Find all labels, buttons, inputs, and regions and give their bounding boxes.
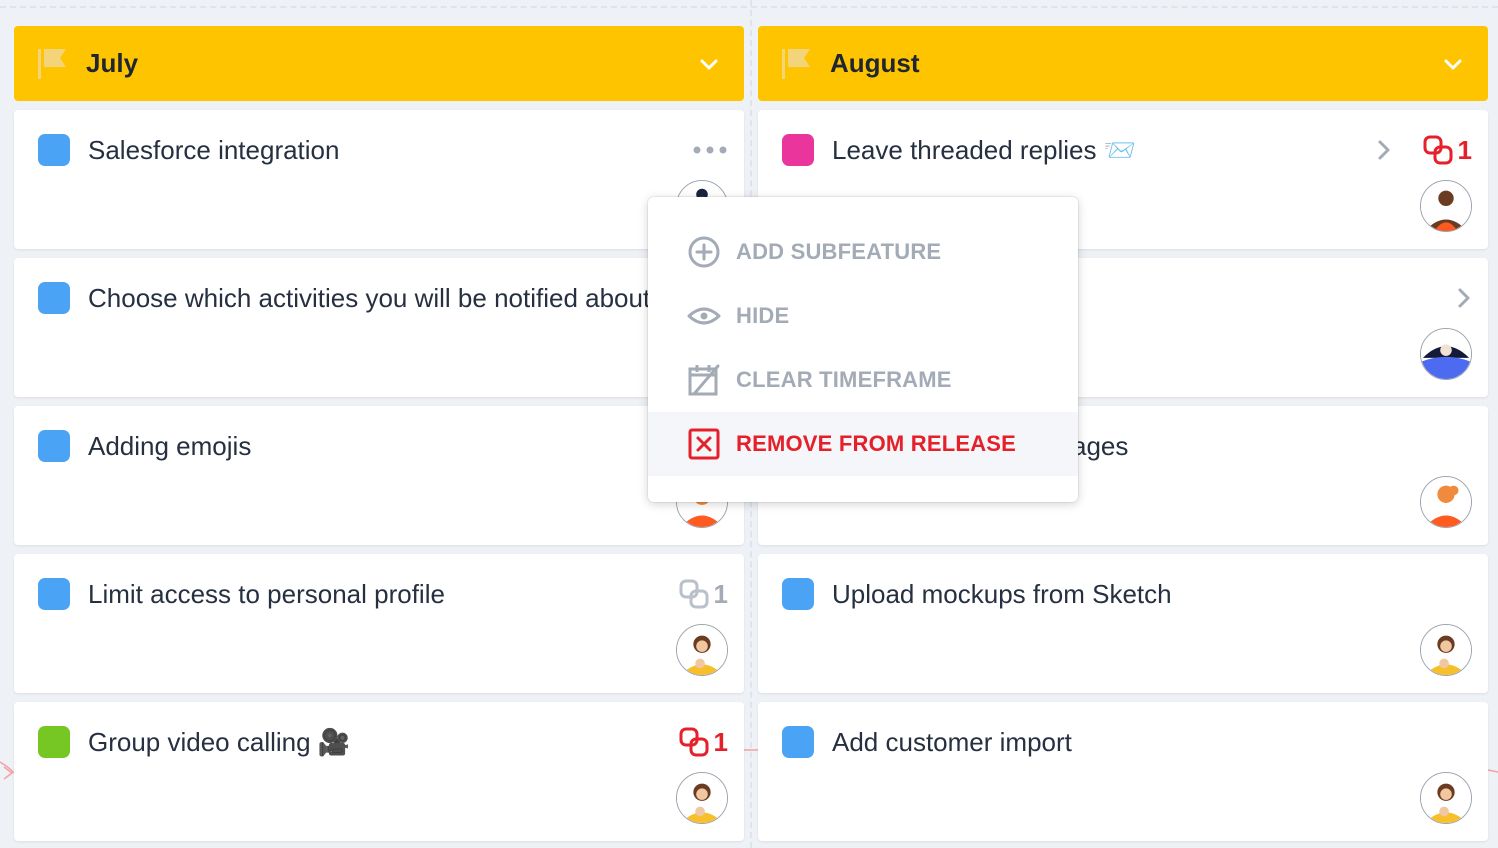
avatar[interactable] [1420,180,1472,232]
card-actions: 1 [678,576,728,612]
flag-icon [38,48,66,79]
menu-item-label: ADD SUBFEATURE [736,239,942,264]
card-title: Limit access to personal profile [88,579,445,609]
dependency-count: 1 [713,726,728,757]
avatar[interactable] [1420,328,1472,380]
dependency-indicator[interactable]: 1 [678,578,728,610]
chevron-right-icon[interactable] [1456,286,1472,310]
avatar[interactable] [1420,624,1472,676]
menu-item-label: HIDE [736,303,790,328]
chevron-right-icon[interactable] [1376,138,1392,162]
card-title: Upload mockups from Sketch [832,579,1172,609]
dependency-link-icon [679,727,709,757]
feature-card[interactable]: Add customer import [758,702,1488,841]
feature-card[interactable]: Adding emojis [14,406,744,545]
status-square [782,726,814,758]
status-square [38,134,70,166]
feature-card[interactable]: Group video calling 🎥 1 [14,702,744,841]
card-title: Group video calling 🎥 [88,727,351,757]
chevron-down-icon[interactable] [698,53,720,75]
avatar[interactable] [676,624,728,676]
feature-card[interactable]: Limit access to personal profile 1 [14,554,744,693]
card-title: Adding emojis [88,431,252,461]
menu-item-clear-timeframe[interactable]: CLEAR TIMEFRAME [648,348,1078,412]
remove-x-icon [688,428,720,460]
menu-item-add-subfeature[interactable]: ADD SUBFEATURE [648,220,1078,284]
status-square [782,578,814,610]
card-actions: 1 [678,724,728,760]
menu-item-remove-from-release[interactable]: REMOVE FROM RELEASE [648,412,1078,476]
status-square [38,578,70,610]
dependency-indicator[interactable]: 1 [678,726,728,758]
release-header-july[interactable]: July [14,26,744,101]
release-column-july: July Salesforce integration Choose which… [14,26,744,841]
card-title: Add customer import [832,727,1072,757]
card-title: Salesforce integration [88,135,340,165]
plus-circle-icon [688,236,720,268]
release-title: August [830,48,920,78]
avatar[interactable] [1420,476,1472,528]
card-title: Choose which activities you will be noti… [88,283,651,313]
avatar[interactable] [676,772,728,824]
feature-card[interactable]: Choose which activities you will be noti… [14,258,744,397]
dependency-line [1488,769,1498,773]
feature-card[interactable]: Upload mockups from Sketch [758,554,1488,693]
board-top-divider [0,6,1498,8]
card-context-menu: ADD SUBFEATURE HIDE CLEAR TIMEFRAME REMO… [648,197,1078,502]
menu-item-hide[interactable]: HIDE [648,284,1078,348]
calendar-clear-icon [688,364,720,396]
card-actions [1456,280,1472,316]
menu-item-label: REMOVE FROM RELEASE [736,431,1017,456]
avatar[interactable] [1420,772,1472,824]
feature-card[interactable]: Salesforce integration [14,110,744,249]
flag-icon [782,48,810,79]
dependency-indicator[interactable]: 1 [1422,134,1472,166]
status-square [782,134,814,166]
chevron-down-icon[interactable] [1442,53,1464,75]
dependency-count: 1 [713,578,728,609]
release-title: July [86,48,139,78]
status-square [38,726,70,758]
dependency-link-icon [1423,135,1453,165]
release-header-august[interactable]: August [758,26,1488,101]
menu-item-label: CLEAR TIMEFRAME [736,367,952,392]
status-square [38,282,70,314]
dependency-link-icon [679,579,709,609]
card-title: ages [1072,431,1129,461]
more-options-icon[interactable] [692,145,728,155]
status-square [38,430,70,462]
dependency-count: 1 [1457,134,1472,165]
card-actions [692,132,728,168]
card-actions: 1 [1376,132,1472,168]
eye-icon [687,307,721,325]
card-title: Leave threaded replies 📨 [832,135,1137,165]
